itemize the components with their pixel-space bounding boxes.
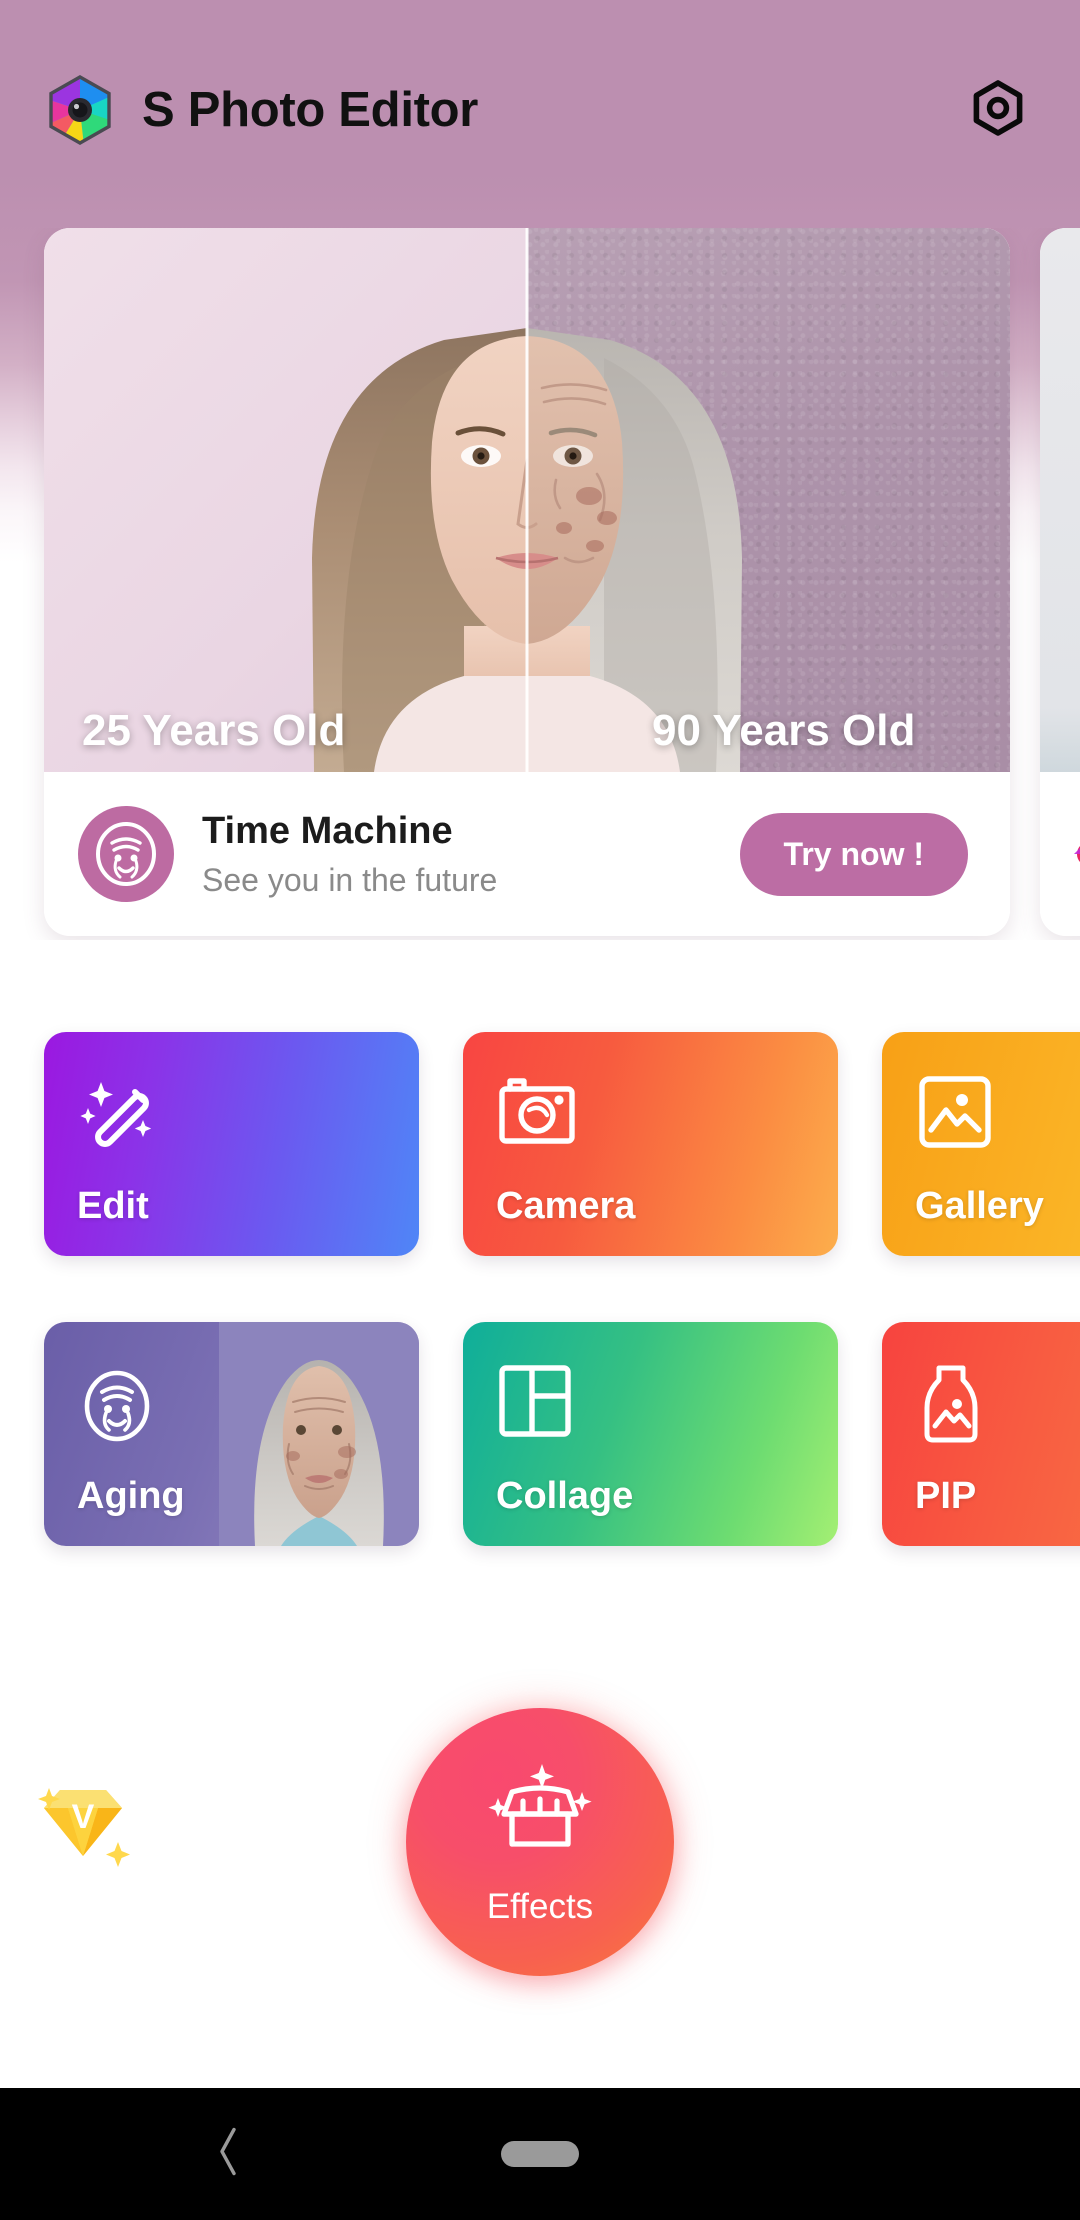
tile-row-1: Edit Camera Gallery <box>0 1032 1080 1256</box>
aging-face-icon <box>77 1362 157 1451</box>
vip-diamond-icon[interactable]: V <box>28 1762 138 1872</box>
banner-carousel[interactable]: 25 Years Old 90 Years Old Time Machine S… <box>0 228 1080 940</box>
image-icon <box>915 1072 995 1157</box>
banner-label-young: 25 Years Old <box>82 706 346 755</box>
banner-card-next[interactable] <box>1040 228 1080 936</box>
tile-label-aging: Aging <box>77 1475 185 1517</box>
tile-label-camera: Camera <box>496 1185 636 1227</box>
banner-label-old: 90 Years Old <box>652 706 916 755</box>
svg-text:V: V <box>72 1798 95 1836</box>
back-chevron-icon[interactable] <box>214 2124 242 2185</box>
tile-label-pip: PIP <box>915 1475 977 1517</box>
aging-face-icon <box>78 806 174 902</box>
android-navigation-bar <box>0 2088 1080 2220</box>
app-root: S Photo Editor 25 Years Old 90 Years Old… <box>0 0 1080 2220</box>
banner-text-group: Time Machine See you in the future <box>202 810 712 899</box>
tile-label-edit: Edit <box>77 1185 149 1227</box>
aging-portrait-image <box>219 1322 419 1546</box>
banner-next-image <box>1040 228 1080 772</box>
bottle-image-icon <box>915 1362 987 1451</box>
banner-next-footer <box>1040 772 1080 936</box>
camera-icon <box>496 1072 584 1155</box>
grid-layout-icon <box>496 1362 574 1445</box>
tile-row-2: Aging Collage PIP <box>0 1322 1080 1546</box>
effects-label: Effects <box>486 1886 594 1926</box>
top-app-bar: S Photo Editor <box>0 0 1080 220</box>
photo-editor-hexagon-logo-icon <box>44 74 116 146</box>
tile-aging[interactable]: Aging <box>44 1322 419 1546</box>
banner-image: 25 Years Old 90 Years Old <box>44 228 1010 772</box>
tile-label-gallery: Gallery <box>915 1185 1044 1227</box>
hexagon-settings-icon <box>967 77 1029 144</box>
home-pill-icon[interactable] <box>501 2141 579 2167</box>
tile-pip[interactable]: PIP <box>882 1322 1080 1546</box>
tile-camera[interactable]: Camera <box>463 1032 838 1256</box>
store-stall-icon <box>476 1758 604 1881</box>
banner-card-time-machine[interactable]: 25 Years Old 90 Years Old Time Machine S… <box>44 228 1010 936</box>
tile-gallery[interactable]: Gallery <box>882 1032 1080 1256</box>
effects-button[interactable]: Effects <box>406 1708 674 1976</box>
brand-group: S Photo Editor <box>44 74 478 146</box>
tile-label-collage: Collage <box>496 1475 634 1517</box>
settings-button[interactable] <box>962 74 1034 146</box>
feature-tiles: Edit Camera Gallery Aging Collage PIP <box>0 1032 1080 1612</box>
effects-zone: V Effects <box>0 1690 1080 2020</box>
carousel-track: 25 Years Old 90 Years Old Time Machine S… <box>44 228 1080 936</box>
banner-footer: Time Machine See you in the future Try n… <box>44 772 1010 936</box>
diamond-icon <box>1070 811 1080 897</box>
banner-subtitle: See you in the future <box>202 861 498 898</box>
tile-collage[interactable]: Collage <box>463 1322 838 1546</box>
magic-wand-icon <box>77 1072 165 1165</box>
app-title: S Photo Editor <box>142 83 479 137</box>
banner-title: Time Machine <box>202 809 453 852</box>
tile-edit[interactable]: Edit <box>44 1032 419 1256</box>
banner-split-divider <box>525 228 529 772</box>
try-now-button[interactable]: Try now ! <box>739 812 968 896</box>
